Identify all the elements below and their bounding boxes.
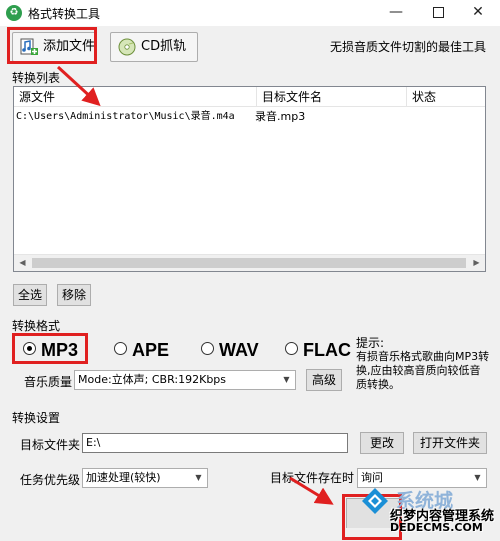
radio-ape-label: APE [132,340,170,360]
radio-wav[interactable]: WAV [201,338,259,362]
cd-disc-icon [118,38,136,56]
highlight-mp3 [12,333,88,364]
column-status[interactable]: 状态 [407,87,485,107]
exists-value: 询问 [361,471,383,484]
scroll-thumb[interactable] [32,258,466,268]
file-list[interactable]: 源文件 目标文件名 状态 C:\Users\Administrator\Musi… [13,86,486,272]
priority-select[interactable]: 加速处理(较快) ▼ [82,468,208,488]
priority-label: 任务优先级 [20,473,81,487]
list-item[interactable]: C:\Users\Administrator\Music\录音.m4a 录音.m… [14,108,485,125]
target-folder-label: 目标文件夹 [20,438,81,452]
watermark-logo-icon [362,488,388,514]
quality-select[interactable]: Mode:立体声; CBR:192Kbps ▼ [74,370,296,390]
change-folder-button[interactable]: 更改 [360,432,404,454]
advanced-button[interactable]: 高级 [306,369,342,391]
app-icon: ♻ [6,5,22,21]
radio-wav-label: WAV [219,340,259,360]
hint-text: 有损音乐格式歌曲向MP3转换,应由较高音质向较低音质转换。 [356,350,490,391]
file-list-label: 转换列表 [12,71,61,85]
chevron-down-icon: ▼ [195,473,202,482]
quality-value: Mode:立体声; CBR:192Kbps [78,373,227,386]
file-list-header: 源文件 目标文件名 状态 [14,87,485,107]
scroll-left-icon[interactable]: ◀ [14,255,31,271]
title-bar: ♻ 格式转换工具 — ✕ [0,0,500,26]
close-button[interactable]: ✕ [458,0,498,26]
radio-empty-icon [285,342,298,355]
exists-label: 目标文件存在时 [270,471,355,485]
column-target[interactable]: 目标文件名 [257,87,407,107]
hint-title: 提示: [356,336,385,350]
settings-section-label: 转换设置 [12,411,61,425]
watermark-line3: DEDECMS.COM [390,521,483,534]
radio-flac[interactable]: FLAC [285,338,351,362]
priority-value: 加速处理(较快) [86,471,161,484]
format-section-label: 转换格式 [12,319,61,333]
highlight-add-file [7,27,97,64]
remove-button[interactable]: 移除 [57,284,91,306]
chevron-down-icon: ▼ [283,375,290,384]
radio-empty-icon [201,342,214,355]
source-path: C:\Users\Administrator\Music\录音.m4a [16,111,235,122]
minimize-button[interactable]: — [376,0,416,26]
maximize-icon [432,6,444,18]
watermark: 系统城 织梦内容管理系统 DEDECMS.COM [356,484,500,541]
maximize-button[interactable] [418,0,458,26]
cd-rip-label: CD抓轨 [141,39,187,54]
radio-empty-icon [114,342,127,355]
tagline: 无损音质文件切割的最佳工具 [330,40,487,54]
open-folder-button[interactable]: 打开文件夹 [413,432,487,454]
quality-label: 音乐质量 [24,375,73,389]
radio-flac-label: FLAC [303,340,351,360]
window-title: 格式转换工具 [28,7,101,21]
cd-rip-button[interactable]: CD抓轨 [110,32,198,62]
radio-ape[interactable]: APE [114,338,169,362]
scroll-right-icon[interactable]: ▶ [468,255,485,271]
target-name: 录音.mp3 [255,110,306,123]
column-source[interactable]: 源文件 [14,87,257,107]
horizontal-scrollbar[interactable]: ◀ ▶ [14,254,485,271]
target-folder-input[interactable]: E:\ [82,433,348,453]
select-all-button[interactable]: 全选 [13,284,47,306]
